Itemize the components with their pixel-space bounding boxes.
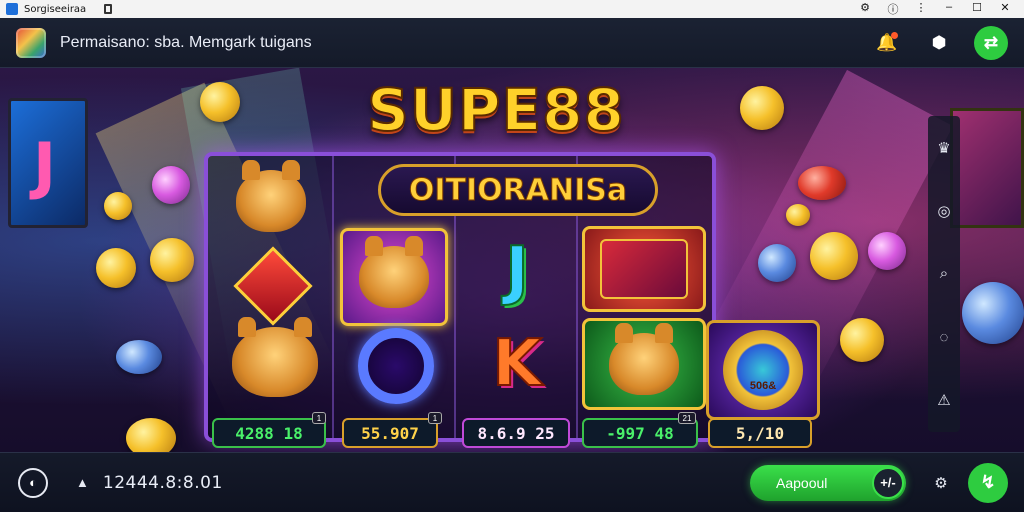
maximize-button[interactable]: ☐ <box>970 1 984 17</box>
balance-display: 12444.8:8.01 <box>102 472 223 493</box>
minimize-button[interactable]: – <box>942 1 956 17</box>
gem-icon <box>233 246 313 326</box>
coin-icon <box>840 318 884 362</box>
fox-symbol <box>340 228 448 326</box>
alert-icon[interactable]: ⚠ <box>934 390 954 410</box>
app-icon <box>6 3 18 15</box>
lion-symbol <box>236 160 306 236</box>
location-glyph: ⬢ <box>931 32 947 52</box>
coin-icon <box>116 340 162 374</box>
pin-icon[interactable] <box>104 4 113 14</box>
j-symbol: J <box>470 226 564 316</box>
medal-label: 506& <box>749 380 777 392</box>
notification-badge <box>891 31 898 39</box>
coin-icon <box>126 418 176 452</box>
camera-icon[interactable]: ◎ <box>934 201 954 221</box>
settings-glyph: ⚙ <box>934 474 948 492</box>
dog-icon <box>232 317 318 397</box>
notification-icon[interactable]: 🔔 <box>870 26 904 60</box>
coin-icon <box>962 282 1024 344</box>
crown-icon[interactable]: ♛ <box>934 138 954 158</box>
cat-icon <box>609 323 679 395</box>
os-window-title: Sorgiseeiraa <box>24 3 87 15</box>
screen-glyph: J <box>33 129 57 202</box>
os-title-bar: Sorgiseeiraa ⚙ ⓘ ⋮ – ☐ ✕ <box>0 0 1024 18</box>
more-icon[interactable]: ⋮ <box>914 1 928 17</box>
shuffle-glyph: ⇄ <box>983 32 999 52</box>
coin-icon <box>810 232 858 280</box>
diamond-symbol <box>233 246 313 326</box>
value-plate: 4288 18 <box>212 418 326 448</box>
value-plate: 8.6.9 25 <box>462 418 570 448</box>
card-symbol <box>582 226 706 312</box>
game-stage[interactable]: J J K 506& SUPE88 OITIORANISa 4288 18 55… <box>0 68 1024 452</box>
apply-button[interactable]: Aapooul +/- <box>750 464 906 501</box>
stake-toggle[interactable]: +/- <box>872 466 904 499</box>
background-screen-right <box>950 108 1024 228</box>
coin-icon <box>150 238 194 282</box>
coin-icon <box>798 166 846 200</box>
coin-icon <box>740 86 784 130</box>
game-logo: SUPE88 <box>366 75 625 145</box>
coin-icon <box>786 204 810 226</box>
coin-icon <box>868 232 906 270</box>
ring-symbol <box>352 326 440 406</box>
arrow-icon: ▲ <box>76 475 89 490</box>
plate-badge: 21 <box>678 412 696 424</box>
home-icon[interactable]: ◐ <box>18 467 48 498</box>
coin-icon <box>200 82 240 122</box>
bottom-bar: ◐ ▲ 12444.8:8.01 Aapooul +/- ⚙ ↯ <box>0 452 1024 512</box>
settings-icon[interactable]: ⚙ <box>928 470 954 496</box>
k-letter: K <box>491 326 543 402</box>
medal-icon: 506& <box>723 330 803 410</box>
background-screen-left: J <box>8 98 88 228</box>
card-icon <box>600 239 688 299</box>
spin-glyph: ↯ <box>980 472 996 492</box>
coin-icon <box>96 248 136 288</box>
bonus-medal-symbol[interactable]: 506& <box>706 320 820 420</box>
chat-icon[interactable]: ◌ <box>934 327 954 347</box>
spin-icon[interactable]: ↯ <box>968 462 1008 503</box>
ring-icon <box>358 328 434 404</box>
plate-badge: 1 <box>312 412 326 424</box>
coin-icon <box>104 192 132 220</box>
game-sub-logo: OITIORANISa <box>378 164 658 216</box>
tool-rail: ♛ ◎ ⌕ ◌ ⚠ <box>928 116 960 432</box>
stake-toggle-glyph: +/- <box>880 475 896 490</box>
lion-icon <box>236 160 306 232</box>
close-button[interactable]: ✕ <box>998 1 1012 17</box>
fox-icon <box>359 236 429 308</box>
app-header: Permaisano: sba. Memgark tuigans 🔔 ⬢ ⇄ <box>0 18 1024 68</box>
dog-symbol <box>230 317 320 400</box>
settings-icon[interactable]: ⚙ <box>858 1 872 17</box>
sub-logo-text: OITIORANISa <box>408 172 628 208</box>
info-icon[interactable]: ⓘ <box>886 1 900 17</box>
shuffle-icon[interactable]: ⇄ <box>974 25 1008 60</box>
k-symbol: K <box>470 324 564 404</box>
search-icon[interactable]: ⌕ <box>934 264 954 284</box>
plate-badge: 1 <box>428 412 442 424</box>
value-plate: 5,/10 <box>708 418 812 448</box>
apply-button-label: Aapooul <box>776 474 828 491</box>
home-glyph: ◐ <box>29 475 37 490</box>
j-letter: J <box>504 233 530 309</box>
value-plate: 55.907 <box>342 418 438 448</box>
cat-symbol <box>582 318 706 410</box>
reel-column-1 <box>208 156 334 438</box>
coin-icon <box>152 166 190 204</box>
coin-icon <box>758 244 796 282</box>
app-logo[interactable] <box>16 27 46 58</box>
location-icon[interactable]: ⬢ <box>922 26 956 60</box>
page-title: Permaisano: sba. Memgark tuigans <box>60 33 312 51</box>
